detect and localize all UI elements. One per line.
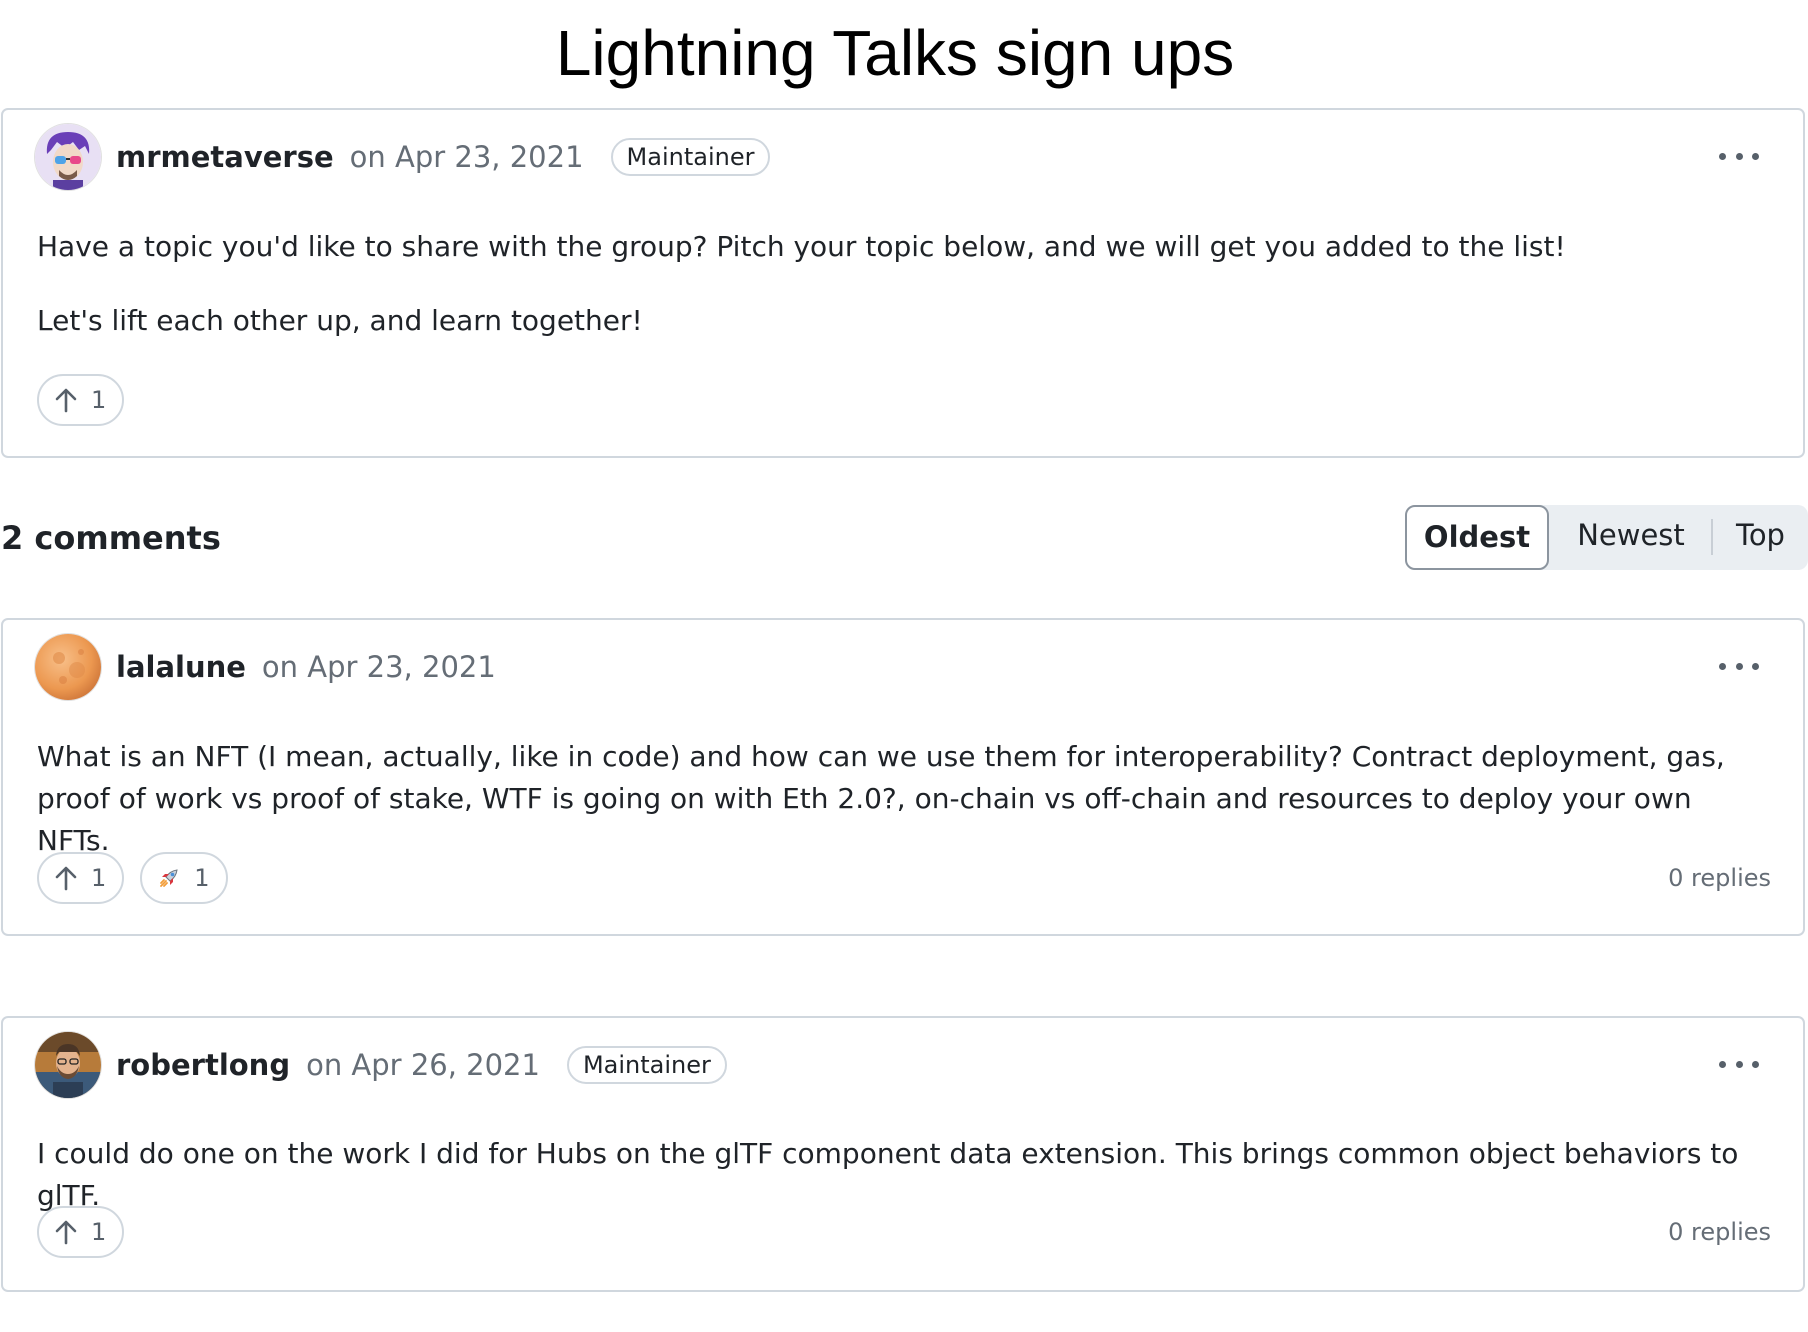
upvote-button[interactable]: 1 (37, 852, 125, 904)
comment-header: robertlong on Apr 26, 2021 Maintainer (35, 1032, 1743, 1098)
post-paragraph: Let's lift each other up, and learn toge… (37, 304, 643, 337)
kebab-menu-icon[interactable] (1719, 1054, 1759, 1074)
comment-footer: 1 1 0 replies (37, 852, 1771, 904)
comment-text: I could do one on the work I did for Hub… (37, 1137, 1739, 1212)
sort-oldest-button[interactable]: Oldest (1405, 505, 1549, 570)
maintainer-badge: Maintainer (610, 138, 771, 176)
comment-text: What is an NFT (I mean, actually, like i… (37, 740, 1725, 857)
comment-card: lalalune on Apr 23, 2021 What is an NFT … (1, 618, 1805, 936)
post-header: mrmetaverse on Apr 23, 2021 Maintainer (35, 124, 1743, 190)
author-name[interactable]: lalalune (116, 650, 246, 684)
comments-count-heading: 2 comments (1, 519, 221, 557)
upvote-count: 1 (91, 864, 107, 892)
kebab-menu-icon[interactable] (1719, 656, 1759, 676)
comment-date[interactable]: on Apr 23, 2021 (262, 650, 496, 684)
comment-body: I could do one on the work I did for Hub… (37, 1133, 1763, 1217)
author-name[interactable]: mrmetaverse (116, 140, 334, 174)
maintainer-badge: Maintainer (566, 1046, 727, 1084)
avatar[interactable] (35, 634, 101, 700)
rocket-reaction-button[interactable]: 1 (140, 852, 228, 904)
upvote-button[interactable]: 1 (37, 1206, 125, 1258)
rocket-reaction-count: 1 (194, 864, 210, 892)
post-footer: 1 (37, 374, 1771, 426)
avatar[interactable] (35, 1032, 101, 1098)
arrow-up-icon (53, 387, 79, 413)
sort-toggle-group: Oldest Newest Top (1405, 505, 1808, 570)
rocket-icon (156, 865, 182, 891)
comment-card: robertlong on Apr 26, 2021 Maintainer I … (1, 1016, 1805, 1292)
avatar-robertlong-image (35, 1032, 101, 1098)
post-date[interactable]: on Apr 23, 2021 (350, 140, 584, 174)
discussion-post: mrmetaverse on Apr 23, 2021 Maintainer H… (1, 108, 1805, 458)
comment-header: lalalune on Apr 23, 2021 (35, 634, 1743, 700)
kebab-menu-icon[interactable] (1719, 146, 1759, 166)
author-name[interactable]: robertlong (116, 1048, 290, 1082)
comment-footer: 1 0 replies (37, 1206, 1771, 1258)
upvote-count: 1 (91, 386, 107, 414)
post-paragraph: Have a topic you'd like to share with th… (37, 230, 1566, 263)
arrow-up-icon (53, 1219, 79, 1245)
sort-top-button[interactable]: Top (1713, 505, 1808, 570)
upvote-count: 1 (91, 1218, 107, 1246)
upvote-button[interactable]: 1 (37, 374, 125, 426)
avatar-lalalune-image (35, 634, 101, 700)
page-title: Lightning Talks sign ups (555, 17, 1235, 89)
avatar[interactable] (35, 124, 101, 190)
comment-date[interactable]: on Apr 26, 2021 (306, 1048, 540, 1082)
post-body: Have a topic you'd like to share with th… (37, 226, 1763, 342)
replies-count[interactable]: 0 replies (1668, 1218, 1771, 1246)
comment-body: What is an NFT (I mean, actually, like i… (37, 736, 1763, 862)
avatar-mrmetaverse-image (35, 124, 101, 190)
arrow-up-icon (53, 865, 79, 891)
replies-count[interactable]: 0 replies (1668, 864, 1771, 892)
sort-newest-button[interactable]: Newest (1551, 505, 1711, 570)
